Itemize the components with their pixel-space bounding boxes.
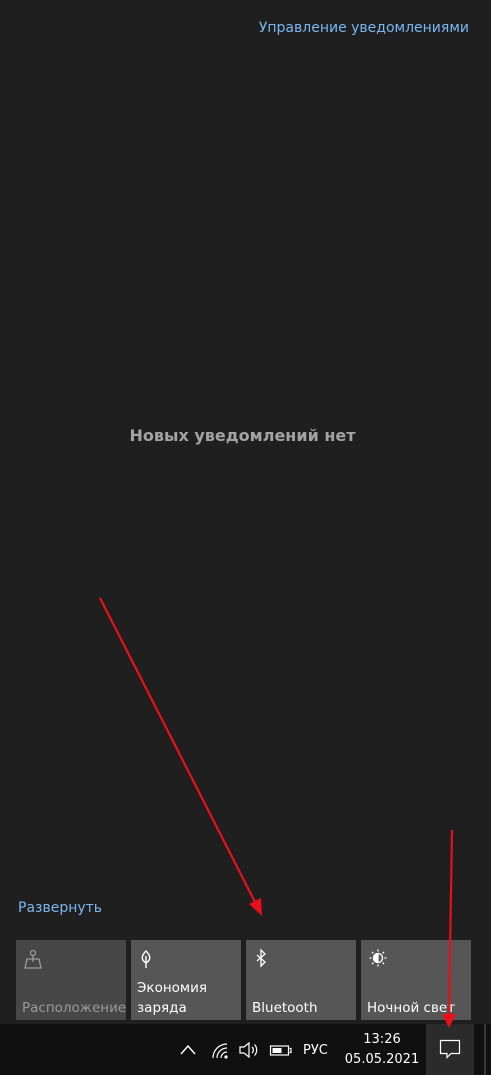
action-center-panel: Управление уведомлениями Новых уведомлен… — [0, 0, 491, 1024]
wifi-icon[interactable] — [210, 1041, 230, 1059]
clock[interactable]: 13:26 05.05.2021 — [342, 1030, 422, 1070]
quick-action-label: Ночной свет — [367, 1000, 456, 1016]
quick-action-label: Bluetooth — [252, 1000, 318, 1016]
quick-action-label: Экономия заряда — [137, 980, 208, 1016]
quick-action-label: Расположение — [22, 1000, 127, 1016]
location-icon — [22, 948, 44, 970]
quick-action-battery-saver[interactable]: Экономия заряда — [131, 940, 241, 1020]
clock-time: 13:26 — [363, 1032, 401, 1047]
expand-link[interactable]: Развернуть — [18, 900, 102, 916]
clock-date: 05.05.2021 — [344, 1052, 420, 1067]
quick-action-location[interactable]: Расположение — [16, 940, 126, 1020]
quick-action-bluetooth[interactable]: Bluetooth — [246, 940, 356, 1020]
manage-notifications-link[interactable]: Управление уведомлениями — [259, 20, 469, 36]
no-notifications-message: Новых уведомлений нет — [129, 426, 356, 445]
volume-icon[interactable] — [238, 1041, 258, 1059]
action-center-button[interactable] — [426, 1024, 474, 1075]
bluetooth-icon — [252, 948, 274, 970]
language-indicator[interactable]: РУС — [303, 1043, 328, 1058]
battery-saver-icon — [137, 948, 159, 970]
quick-actions: Расположение Экономия заряда Bluetooth Н… — [16, 940, 471, 1020]
show-desktop-button[interactable] — [484, 1024, 486, 1075]
night-light-icon — [367, 948, 389, 970]
battery-icon[interactable] — [269, 1041, 293, 1059]
quick-action-night-light[interactable]: Ночной свет — [361, 940, 471, 1020]
chevron-up-icon[interactable] — [178, 1041, 198, 1059]
taskbar: РУС 13:26 05.05.2021 — [0, 1024, 491, 1075]
